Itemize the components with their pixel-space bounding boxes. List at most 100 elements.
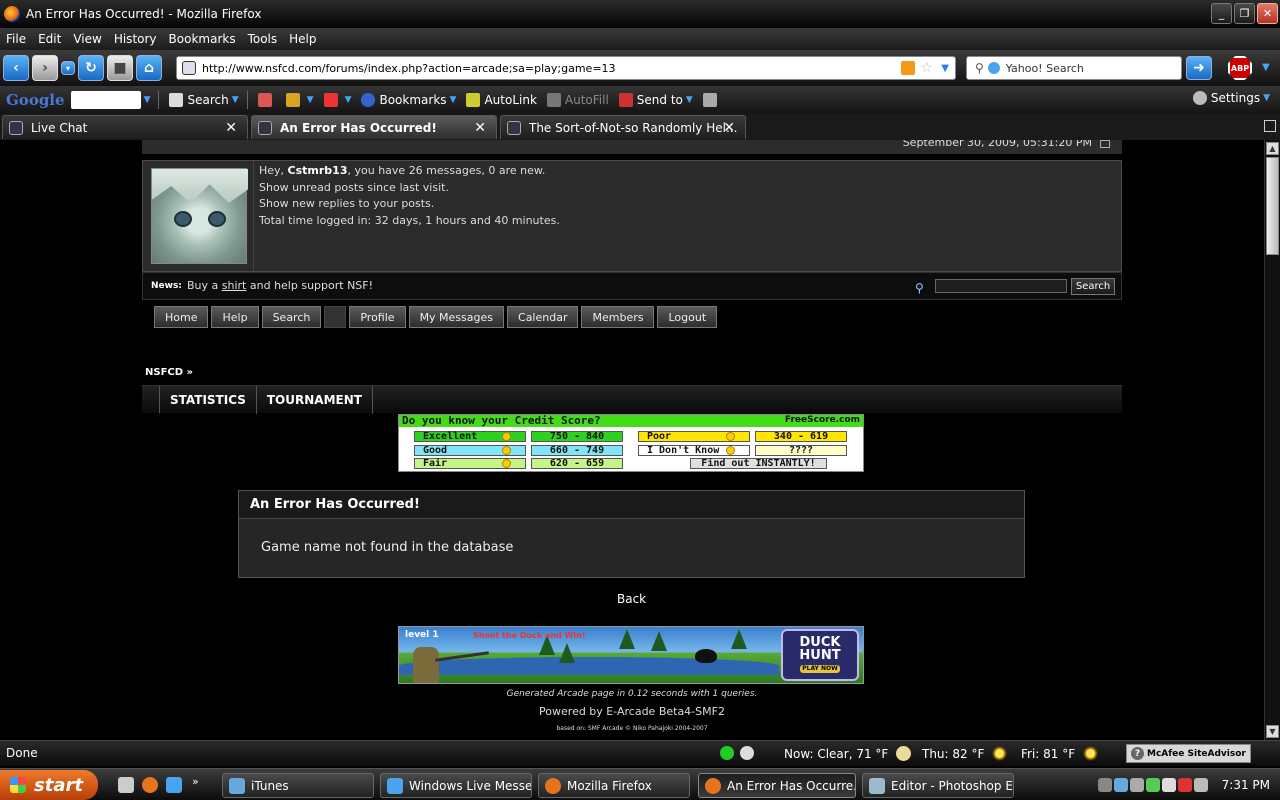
bookmarks-button[interactable]: Bookmarks ▼ [361, 93, 456, 107]
news-button[interactable] [257, 93, 276, 107]
tab-live-chat[interactable]: Live Chat ✕ [2, 115, 248, 139]
forum-search-input[interactable] [935, 279, 1067, 293]
time-logged-text: Total time logged in: 32 days, 1 hours a… [259, 213, 560, 227]
firefox-quicklaunch-icon[interactable] [142, 777, 158, 793]
forum-search-button[interactable]: Search [1071, 278, 1115, 295]
home-button[interactable]: ⌂ [136, 55, 162, 81]
vertical-scrollbar[interactable]: ▲ ▼ [1264, 140, 1280, 740]
credit-ad-cta-button[interactable]: Find out INSTANTLY! [690, 458, 827, 469]
collapse-header-icon[interactable] [1100, 140, 1110, 148]
connection-icon[interactable] [720, 746, 734, 760]
taskbar-clock: 7:31 PM [1221, 778, 1270, 792]
start-button[interactable]: start [0, 770, 98, 800]
menu-tools[interactable]: Tools [242, 32, 284, 46]
messenger-tray-icon[interactable] [1146, 778, 1160, 792]
nav-home[interactable]: Home [154, 306, 209, 328]
close-button[interactable]: ✕ [1257, 3, 1278, 24]
scroll-up-button[interactable]: ▲ [1266, 142, 1279, 155]
tray-expand-icon[interactable] [1098, 778, 1112, 792]
messenger-quicklaunch-icon[interactable] [166, 777, 182, 793]
search-bar[interactable]: ⚲ Yahoo! Search [966, 56, 1182, 80]
tab-randomly[interactable]: The Sort-of-Not-so Randomly Hel... ✕ [500, 115, 746, 139]
scrollbar-thumb[interactable] [1266, 157, 1279, 255]
back-button[interactable]: ‹ [3, 55, 29, 81]
url-dropdown-icon[interactable]: ▼ [941, 63, 949, 74]
quicklaunch-overflow-icon[interactable]: » [192, 775, 199, 788]
highlighter-button[interactable] [702, 93, 721, 107]
volume-icon[interactable] [1130, 778, 1144, 792]
menu-bookmarks[interactable]: Bookmarks [163, 32, 242, 46]
search-engine-icon[interactable]: ⚲ [975, 61, 984, 75]
duck-play-now-button[interactable]: PLAY NOW [800, 665, 840, 673]
network-icon[interactable] [1114, 778, 1128, 792]
menu-history[interactable]: History [108, 32, 163, 46]
autolink-button[interactable]: AutoLink [466, 93, 537, 107]
task-error-page[interactable]: An Error Has Occurre... [698, 773, 856, 798]
nav-help[interactable]: Help [211, 306, 259, 328]
search-go-button[interactable]: ➜ [1186, 56, 1212, 80]
sendto-label: Send to [636, 93, 683, 107]
nav-logout[interactable]: Logout [657, 306, 718, 328]
back-link[interactable]: Back [617, 592, 646, 606]
username-link[interactable]: Cstmrb13 [288, 164, 348, 177]
weather-thu[interactable]: Thu: 82 °F [922, 746, 1008, 761]
google-search-button[interactable]: Search ▼ [169, 93, 239, 107]
weather-now[interactable]: Now: Clear, 71 °F [784, 746, 912, 761]
task-messenger[interactable]: Windows Live Messen... [380, 773, 532, 798]
nav-calendar[interactable]: Calendar [507, 306, 579, 328]
google-search-dropdown-icon[interactable]: ▼ [144, 95, 151, 105]
history-dropdown-icon[interactable]: ▾ [61, 61, 75, 75]
weather-fri[interactable]: Fri: 81 °F [1021, 746, 1099, 761]
autofill-button[interactable]: AutoFill [546, 93, 609, 107]
menu-help[interactable]: Help [283, 32, 322, 46]
forward-button[interactable]: › [32, 55, 58, 81]
breadcrumb[interactable]: NSFCD » [145, 367, 193, 378]
nav-blank[interactable] [324, 306, 347, 328]
google-search-input[interactable] [70, 91, 141, 109]
nav-my-messages[interactable]: My Messages [408, 306, 505, 328]
tab-close-icon[interactable]: ✕ [225, 120, 237, 136]
task-itunes[interactable]: iTunes [222, 773, 374, 798]
menu-edit[interactable]: Edit [32, 32, 67, 46]
rss-feed-icon[interactable] [901, 61, 915, 75]
tab-close-icon[interactable]: ✕ [474, 120, 486, 136]
bookmark-star-icon[interactable]: ☆ [920, 60, 933, 76]
messages-link[interactable]: , you have 26 messages, 0 are new. [348, 164, 546, 177]
security-shield-icon[interactable] [1178, 778, 1192, 792]
adblock-dropdown-icon[interactable]: ▼ [1262, 62, 1270, 73]
list-all-tabs-icon[interactable] [1264, 120, 1276, 132]
clock-icon[interactable] [740, 746, 754, 760]
duck-hunt-ad[interactable]: level 1 Shoot the Duck and Win! DUCK HUN… [398, 626, 864, 684]
menu-view[interactable]: View [67, 32, 107, 46]
reload-button[interactable]: ↻ [78, 55, 104, 81]
tab-close-icon[interactable]: ✕ [723, 120, 735, 136]
gmail-button[interactable]: ▼ [323, 93, 351, 107]
settings-button[interactable]: Settings ▼ [1192, 91, 1270, 105]
arcade-statistics-link[interactable]: STATISTICS [160, 386, 257, 414]
task-firefox[interactable]: Mozilla Firefox [538, 773, 690, 798]
credit-ad-rating-label: Excellent [414, 431, 526, 442]
safely-remove-icon[interactable] [1162, 778, 1176, 792]
scroll-down-button[interactable]: ▼ [1266, 725, 1279, 738]
nav-members[interactable]: Members [581, 306, 655, 328]
mcafee-siteadvisor-button[interactable]: ? McAfee SiteAdvisor [1126, 744, 1251, 763]
shirt-link[interactable]: shirt [222, 279, 247, 292]
url-bar[interactable]: http://www.nsfcd.com/forums/index.php?ac… [176, 56, 956, 80]
nav-search[interactable]: Search [261, 306, 322, 328]
printer-icon[interactable] [1194, 778, 1208, 792]
minimize-button[interactable]: _ [1211, 3, 1232, 24]
puzzle-button[interactable]: ▼ [285, 93, 314, 107]
stop-button[interactable]: ■ [107, 55, 133, 81]
sendto-button[interactable]: Send to ▼ [618, 93, 693, 107]
nav-profile[interactable]: Profile [349, 306, 406, 328]
unread-posts-link[interactable]: Show unread posts since last visit. [259, 180, 560, 197]
new-replies-link[interactable]: Show new replies to your posts. [259, 196, 560, 213]
task-photoshop[interactable]: Editor - Photoshop El... [862, 773, 1014, 798]
duck-hunt-logo[interactable]: DUCK HUNT PLAY NOW [781, 629, 859, 681]
show-desktop-icon[interactable] [118, 777, 134, 793]
menu-file[interactable]: File [0, 32, 32, 46]
arcade-tournament-link[interactable]: TOURNAMENT [257, 386, 373, 414]
tab-error[interactable]: An Error Has Occurred! ✕ [251, 115, 497, 139]
maximize-button[interactable]: ❐ [1234, 3, 1255, 24]
credit-score-ad[interactable]: Do you know your Credit Score? FreeScore… [398, 414, 864, 472]
